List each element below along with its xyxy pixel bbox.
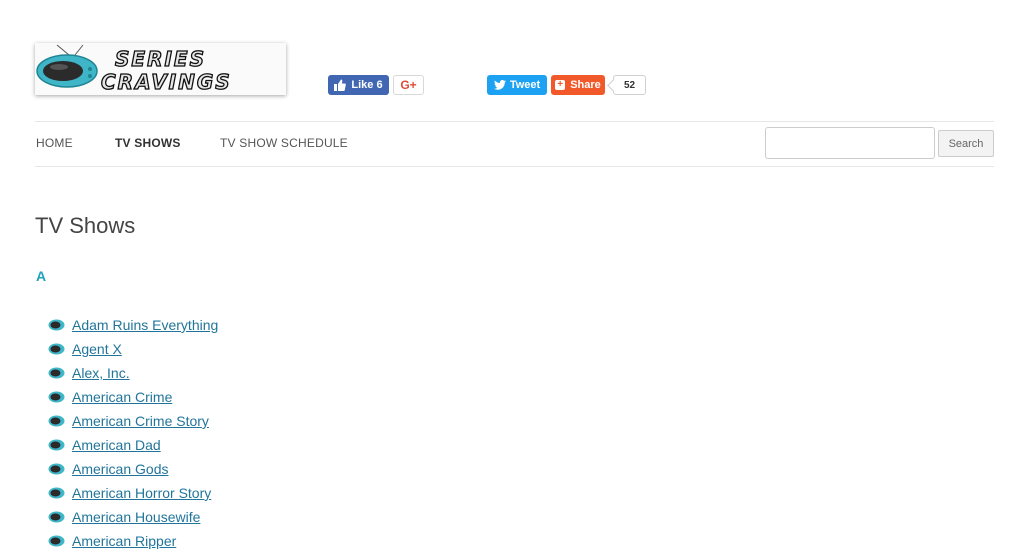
twitter-bird-icon xyxy=(493,80,506,90)
nav-top-divider xyxy=(35,121,994,122)
share-count-value: 52 xyxy=(623,79,636,91)
list-item: American Dad xyxy=(48,433,218,457)
show-list: Adam Ruins Everything Agent X Alex, Inc.… xyxy=(48,313,218,553)
tv-icon xyxy=(48,367,65,379)
show-link[interactable]: American Crime Story xyxy=(72,413,209,429)
list-item: American Crime xyxy=(48,385,218,409)
tv-icon xyxy=(48,463,65,475)
tv-icon xyxy=(48,535,65,547)
facebook-like-button[interactable]: Like 6 xyxy=(328,75,389,95)
thumbs-up-icon xyxy=(334,79,347,91)
nav-bottom-divider xyxy=(35,166,994,167)
list-item: American Housewife xyxy=(48,505,218,529)
list-item: American Ripper xyxy=(48,529,218,553)
tweet-label: Tweet xyxy=(509,79,541,91)
list-item: Adam Ruins Everything xyxy=(48,313,218,337)
tv-icon xyxy=(48,415,65,427)
page-title: TV Shows xyxy=(35,213,136,238)
list-item: American Horror Story xyxy=(48,481,218,505)
letter-heading-a: A xyxy=(36,268,47,284)
like-label: Like 6 xyxy=(351,79,383,91)
show-link[interactable]: American Housewife xyxy=(72,509,200,525)
share-button[interactable]: + Share xyxy=(551,75,605,95)
show-link[interactable]: American Dad xyxy=(72,437,161,453)
logo-text-line2: CRAVINGS xyxy=(101,70,232,94)
plus-icon: + xyxy=(555,80,566,90)
tv-icon xyxy=(48,511,65,523)
nav-item-home[interactable]: HOME xyxy=(36,136,73,150)
google-plus-button[interactable]: G+ xyxy=(393,75,424,95)
nav-item-tv-show-schedule[interactable]: TV SHOW SCHEDULE xyxy=(220,136,348,150)
tv-icon xyxy=(48,487,65,499)
show-link[interactable]: American Horror Story xyxy=(72,485,211,501)
gplus-label: G+ xyxy=(400,78,417,92)
page: SERIES CRAVINGS Like 6 G+ Tweet + Share … xyxy=(0,0,1026,556)
search-button[interactable]: Search xyxy=(938,130,994,157)
site-logo[interactable]: SERIES CRAVINGS xyxy=(35,43,286,95)
tv-icon xyxy=(48,343,65,355)
show-link[interactable]: American Ripper xyxy=(72,533,176,549)
tweet-button[interactable]: Tweet xyxy=(487,75,547,95)
tv-icon xyxy=(48,319,65,331)
show-link[interactable]: Alex, Inc. xyxy=(72,365,130,381)
show-link[interactable]: Adam Ruins Everything xyxy=(72,317,218,333)
logo-graphic: SERIES CRAVINGS xyxy=(36,44,232,95)
search-input[interactable] xyxy=(765,127,935,159)
list-item: American Gods xyxy=(48,457,218,481)
nav-item-tv-shows[interactable]: TV SHOWS xyxy=(115,136,181,150)
show-link[interactable]: American Crime xyxy=(72,389,172,405)
share-label: Share xyxy=(570,79,601,91)
list-item: American Crime Story xyxy=(48,409,218,433)
show-link[interactable]: Agent X xyxy=(72,341,122,357)
logo-text-line1: SERIES xyxy=(115,47,206,71)
show-link[interactable]: American Gods xyxy=(72,461,168,477)
share-count-badge: 52 xyxy=(613,75,646,95)
list-item: Agent X xyxy=(48,337,218,361)
list-item: Alex, Inc. xyxy=(48,361,218,385)
tv-icon xyxy=(48,439,65,451)
tv-icon xyxy=(48,391,65,403)
